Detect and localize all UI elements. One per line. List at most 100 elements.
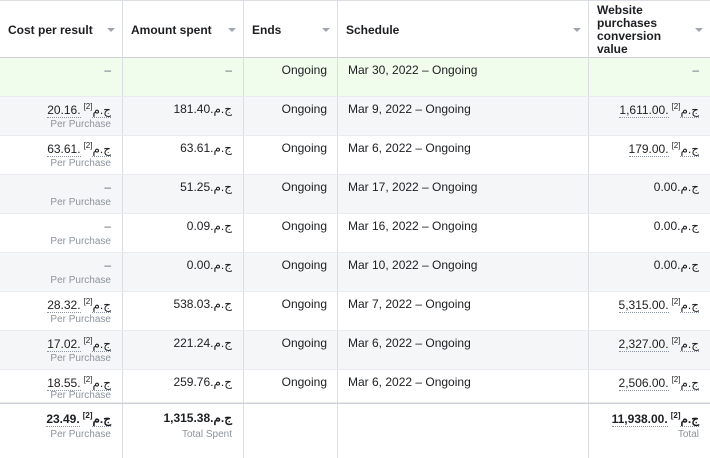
cost-per-result-value: – bbox=[104, 63, 111, 77]
table-cell: 0.00.ج.م bbox=[123, 253, 244, 291]
table-cell: 221.24.ج.م bbox=[123, 331, 244, 369]
conversion-value[interactable]: 1,611.00.ج.م bbox=[619, 103, 699, 118]
total-value-label: Total bbox=[677, 429, 699, 440]
ends-value: Ongoing bbox=[281, 141, 327, 155]
cost-per-result-value[interactable]: 63.61.ج.م bbox=[47, 142, 111, 157]
total-spent-label: Total Spent bbox=[181, 429, 232, 440]
column-header-label: Ends bbox=[252, 22, 282, 37]
table-cell: 51.25.ج.م bbox=[123, 175, 244, 213]
table-row[interactable]: 28.32.ج.م[2] Per Purchase 538.03.ج.م Ongo… bbox=[0, 292, 710, 331]
table-cell: – Per Purchase bbox=[0, 253, 123, 291]
table-header-row: Cost per result Amount spent Ends Schedu… bbox=[0, 0, 710, 58]
footnote-marker[interactable]: [2] bbox=[83, 411, 93, 420]
table-row[interactable]: – – Ongoing Mar 30, 2022 – Ongoing – bbox=[0, 58, 710, 97]
conversion-value[interactable]: 2,506.00.ج.م bbox=[618, 376, 699, 391]
result-type-label: Per Purchase bbox=[50, 275, 111, 286]
conversion-value[interactable]: 5,315.00.ج.م bbox=[618, 298, 699, 313]
schedule-value: Mar 6, 2022 – Ongoing bbox=[348, 375, 471, 389]
table-cell: 538.03.ج.م bbox=[123, 292, 244, 330]
footnote-marker[interactable]: [2] bbox=[671, 411, 681, 420]
conversion-value: 0.00.ج.م bbox=[653, 258, 699, 272]
table-cell: Ongoing bbox=[244, 292, 338, 330]
conversion-value[interactable]: 2,327.00.ج.م bbox=[618, 337, 699, 352]
ends-value: Ongoing bbox=[281, 258, 327, 272]
table-cell: – Per Purchase bbox=[0, 214, 123, 252]
conversion-value[interactable]: 179.00.ج.م bbox=[628, 142, 699, 157]
total-conversion-value[interactable]: 11,938.00.ج.م bbox=[611, 412, 699, 427]
totals-row: 23.49.ج.م[2] Per Purchase 1,315.38.ج.م Tot… bbox=[0, 403, 710, 458]
amount-spent-value: 221.24.ج.م bbox=[173, 336, 232, 350]
ends-value: Ongoing bbox=[281, 63, 327, 77]
table-row[interactable]: 63.61.ج.م[2] Per Purchase 63.61.ج.م Ongoi… bbox=[0, 136, 710, 175]
column-header-schedule[interactable]: Schedule bbox=[338, 1, 589, 58]
value-wrapper: 17.02.ج.م[2] bbox=[47, 336, 111, 352]
value-wrapper: 63.61.ج.م[2] bbox=[47, 141, 111, 157]
value-wrapper: 11,938.00.ج.م[2] bbox=[611, 411, 699, 427]
sort-arrow-icon[interactable] bbox=[322, 28, 330, 32]
table-cell: Mar 17, 2022 – Ongoing bbox=[338, 175, 589, 213]
sort-arrow-icon[interactable] bbox=[573, 28, 581, 32]
table-cell: Mar 30, 2022 – Ongoing bbox=[338, 58, 589, 96]
column-header-amount-spent[interactable]: Amount spent bbox=[123, 1, 244, 58]
table-cell: 0.00.ج.م bbox=[589, 214, 710, 252]
ends-value: Ongoing bbox=[281, 180, 327, 194]
cost-per-result-value[interactable]: 17.02.ج.م bbox=[47, 337, 111, 352]
table-cell: 181.40.ج.م bbox=[123, 97, 244, 135]
table-row[interactable]: 20.16.ج.م[2] Per Purchase 181.40.ج.م Ongo… bbox=[0, 97, 710, 136]
table-cell: Mar 7, 2022 – Ongoing bbox=[338, 292, 589, 330]
table-cell: – bbox=[0, 58, 123, 96]
value-wrapper: 18.55.ج.م[2] bbox=[47, 375, 111, 391]
table-cell bbox=[338, 404, 589, 458]
table-row[interactable]: – Per Purchase 51.25.ج.م Ongoing Mar 17, … bbox=[0, 175, 710, 214]
amount-spent-value: 538.03.ج.م bbox=[173, 297, 232, 311]
cost-per-result-value[interactable]: 20.16.ج.م bbox=[47, 103, 111, 118]
total-cost-label: Per Purchase bbox=[50, 429, 111, 440]
table-cell: 0.09.ج.م bbox=[123, 214, 244, 252]
table-cell: 2,506.00.ج.م[2] bbox=[589, 370, 710, 403]
amount-spent-value: – bbox=[225, 63, 232, 77]
column-header-conversion-value[interactable]: Website purchases conversion value bbox=[589, 1, 710, 58]
table-cell: Mar 9, 2022 – Ongoing bbox=[338, 97, 589, 135]
value-wrapper: 2,327.00.ج.م[2] bbox=[618, 336, 699, 352]
value-wrapper: 23.49.ج.م[2] bbox=[46, 411, 111, 427]
table-cell: Ongoing bbox=[244, 214, 338, 252]
table-cell: 18.55.ج.م[2] Per Purchase bbox=[0, 370, 123, 403]
table-row[interactable]: 18.55.ج.م[2] Per Purchase 259.76.ج.م Ongo… bbox=[0, 370, 710, 403]
table-row[interactable]: – Per Purchase 0.00.ج.م Ongoing Mar 10, 2… bbox=[0, 253, 710, 292]
column-header-ends[interactable]: Ends bbox=[244, 1, 338, 58]
table-cell: 1,315.38.ج.م Total Spent bbox=[123, 404, 244, 458]
table-cell: 63.61.ج.م bbox=[123, 136, 244, 174]
table-cell: 5,315.00.ج.م[2] bbox=[589, 292, 710, 330]
cost-per-result-value[interactable]: 28.32.ج.م bbox=[47, 298, 111, 313]
sort-arrow-icon[interactable] bbox=[107, 28, 115, 32]
total-amount-spent: 1,315.38.ج.م bbox=[163, 411, 232, 425]
total-cost-per-result[interactable]: 23.49.ج.م bbox=[46, 412, 111, 427]
cost-per-result-value: – bbox=[104, 219, 111, 233]
table-row[interactable]: 17.02.ج.م[2] Per Purchase 221.24.ج.م Ongo… bbox=[0, 331, 710, 370]
column-header-label: Website purchases conversion value bbox=[597, 2, 662, 56]
table-cell: – Per Purchase bbox=[0, 175, 123, 213]
cost-per-result-value[interactable]: 18.55.ج.م bbox=[47, 376, 111, 391]
ends-value: Ongoing bbox=[281, 297, 327, 311]
sort-arrow-icon[interactable] bbox=[228, 28, 236, 32]
sort-arrow-icon[interactable] bbox=[695, 28, 703, 32]
column-header-cost-per-result[interactable]: Cost per result bbox=[0, 1, 123, 58]
column-header-label: Schedule bbox=[346, 22, 400, 37]
table-cell: 259.76.ج.م bbox=[123, 370, 244, 403]
table-cell: 23.49.ج.م[2] Per Purchase bbox=[0, 404, 123, 458]
table-cell: 179.00.ج.م[2] bbox=[589, 136, 710, 174]
amount-spent-value: 0.00.ج.م bbox=[186, 258, 232, 272]
ads-results-table: Cost per result Amount spent Ends Schedu… bbox=[0, 0, 710, 458]
table-cell: Ongoing bbox=[244, 253, 338, 291]
amount-spent-value: 63.61.ج.م bbox=[180, 141, 232, 155]
table-cell: Mar 6, 2022 – Ongoing bbox=[338, 136, 589, 174]
result-type-label: Per Purchase bbox=[50, 390, 111, 401]
table-cell: 63.61.ج.م[2] Per Purchase bbox=[0, 136, 123, 174]
table-row[interactable]: – Per Purchase 0.09.ج.م Ongoing Mar 16, 2… bbox=[0, 214, 710, 253]
column-header-label: Cost per result bbox=[8, 22, 93, 37]
table-cell: 0.00.ج.م bbox=[589, 175, 710, 213]
value-wrapper: 20.16.ج.م[2] bbox=[47, 102, 111, 118]
conversion-value: 0.00.ج.م bbox=[653, 180, 699, 194]
table-cell: Mar 6, 2022 – Ongoing bbox=[338, 331, 589, 369]
result-type-label: Per Purchase bbox=[50, 158, 111, 169]
